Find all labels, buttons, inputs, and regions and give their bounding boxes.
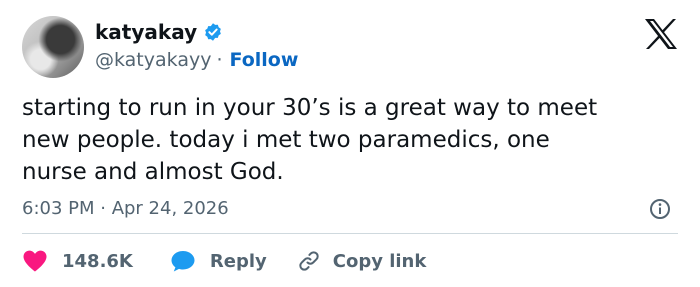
reply-label: Reply [209, 250, 267, 272]
x-logo-icon[interactable] [644, 18, 678, 50]
user-handle[interactable]: @katyakayy [95, 48, 211, 72]
heart-icon [23, 250, 47, 272]
like-button[interactable]: 148.6K [22, 249, 133, 273]
copy-link-button[interactable]: Copy link [297, 249, 427, 273]
action-bar: 148.6K Reply Copy link [22, 246, 426, 276]
verified-badge-icon [205, 23, 221, 41]
tweet-text: starting to run in your 30’s is a great … [22, 95, 598, 185]
user-name[interactable]: katyakay [95, 20, 197, 44]
link-icon [299, 251, 319, 271]
info-icon[interactable] [649, 198, 671, 220]
avatar[interactable] [22, 16, 84, 78]
tweet-timestamp[interactable]: 6:03 PM · Apr 24, 2026 [22, 197, 229, 221]
reply-button[interactable]: Reply [170, 249, 267, 273]
handle-row: @katyakayy · Follow [95, 48, 298, 72]
speech-bubble-icon [171, 251, 195, 272]
divider [22, 233, 678, 234]
copy-link-label: Copy link [332, 250, 427, 272]
like-count: 148.6K [62, 250, 133, 272]
follow-button[interactable]: Follow [230, 48, 299, 72]
handle-separator: · [216, 49, 223, 71]
user-name-row: katyakay [95, 20, 223, 44]
